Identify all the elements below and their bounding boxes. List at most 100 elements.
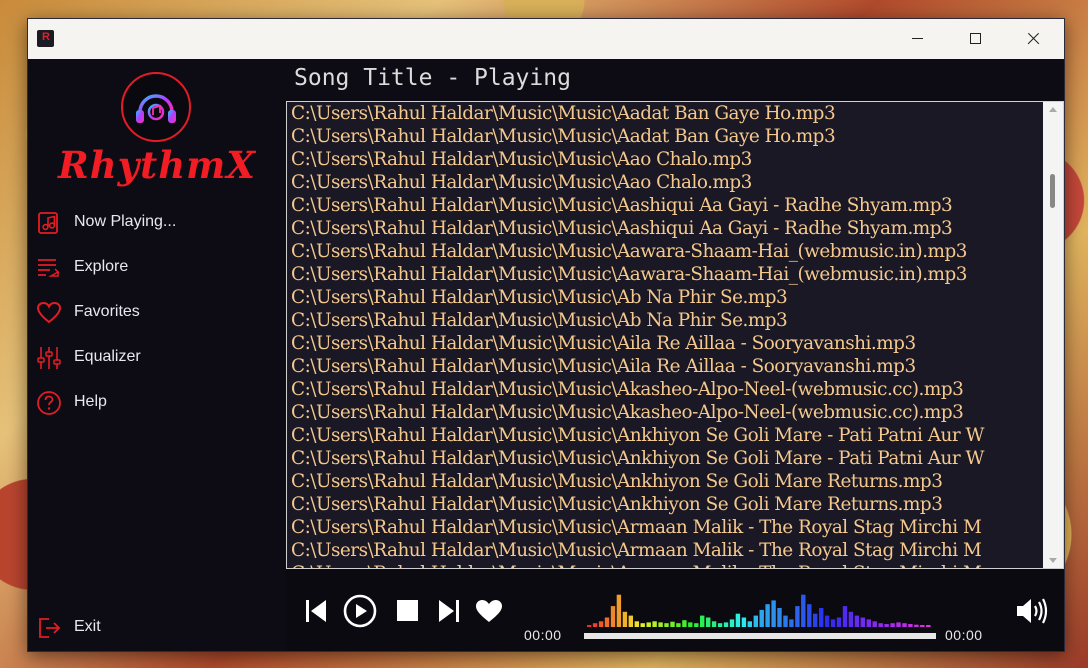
visualizer-bar — [640, 623, 645, 627]
nav-label: Now Playing... — [74, 213, 177, 230]
visualizer-bar — [908, 624, 913, 627]
track-item[interactable]: C:\Users\Rahul Haldar\Music\Music\Aashiq… — [287, 217, 1043, 240]
visualizer-bar — [783, 615, 788, 627]
seek-bar[interactable] — [584, 633, 936, 639]
player-controls: 00:00 00:00 — [286, 569, 1064, 651]
visualizer-bar — [771, 600, 776, 627]
exit-icon — [36, 615, 62, 641]
visualizer-bar — [706, 617, 711, 627]
visualizer-bar — [830, 619, 836, 627]
title-bar — [28, 19, 1064, 59]
track-item[interactable]: C:\Users\Rahul Haldar\Music\Music\Ab Na … — [287, 309, 1043, 332]
song-title: Song Title - Playing — [294, 65, 571, 91]
visualizer-bar — [807, 604, 812, 627]
sliders-icon — [36, 345, 62, 371]
track-item[interactable]: C:\Users\Rahul Haldar\Music\Music\Aawara… — [287, 263, 1043, 286]
visualizer-bar — [789, 619, 794, 627]
scroll-up-arrow-icon[interactable] — [1049, 107, 1057, 112]
track-item[interactable]: C:\Users\Rahul Haldar\Music\Music\Ankhiy… — [287, 493, 1043, 516]
visualizer-bar — [658, 622, 663, 627]
elapsed-time: 00:00 — [524, 627, 562, 643]
play-icon — [343, 594, 377, 628]
nav-explore[interactable]: Explore — [28, 249, 286, 289]
visualizer-bar — [813, 613, 818, 627]
visualizer-bar — [700, 615, 705, 627]
track-item[interactable]: C:\Users\Rahul Haldar\Music\Music\Armaan… — [287, 562, 1043, 568]
visualizer-bar — [854, 615, 860, 627]
visualizer-bar — [688, 622, 693, 627]
visualizer-bar — [622, 611, 628, 627]
track-item[interactable]: C:\Users\Rahul Haldar\Music\Music\Aao Ch… — [287, 148, 1043, 171]
visualizer-bar — [729, 619, 735, 627]
visualizer-bar — [616, 594, 622, 627]
visualizer-bar — [890, 623, 895, 627]
nav-equalizer[interactable]: Equalizer — [28, 339, 286, 379]
track-item[interactable]: C:\Users\Rahul Haldar\Music\Music\Ab Na … — [287, 286, 1043, 309]
visualizer-bar — [878, 623, 883, 627]
heart-icon — [36, 300, 62, 326]
visualizer-bar — [872, 621, 877, 627]
visualizer-bar — [652, 621, 657, 627]
app-icon — [37, 30, 54, 47]
sidebar: RhythmX Now Playing... Explore Favorites… — [28, 59, 286, 651]
visualizer-bar — [598, 621, 604, 627]
track-item[interactable]: C:\Users\Rahul Haldar\Music\Music\Armaan… — [287, 516, 1043, 539]
track-item[interactable]: C:\Users\Rahul Haldar\Music\Music\Aashiq… — [287, 194, 1043, 217]
track-item[interactable]: C:\Users\Rahul Haldar\Music\Music\Ankhiy… — [287, 424, 1043, 447]
playlist[interactable]: C:\Users\Rahul Haldar\Music\Music\Aadat … — [286, 101, 1064, 569]
favorite-button[interactable] — [475, 599, 503, 627]
app-logo-text: RhythmX — [58, 143, 256, 187]
visualizer-bar — [914, 624, 919, 627]
visualizer-bar — [836, 617, 842, 627]
scroll-down-arrow-icon[interactable] — [1049, 558, 1057, 563]
nav-favorites[interactable]: Favorites — [28, 294, 286, 334]
track-item[interactable]: C:\Users\Rahul Haldar\Music\Music\Ankhiy… — [287, 470, 1043, 493]
nav-exit[interactable]: Exit — [28, 609, 286, 649]
track-item[interactable]: C:\Users\Rahul Haldar\Music\Music\Aila R… — [287, 332, 1043, 355]
track-item[interactable]: C:\Users\Rahul Haldar\Music\Music\Aadat … — [287, 125, 1043, 148]
next-button[interactable] — [438, 598, 460, 628]
track-item[interactable]: C:\Users\Rahul Haldar\Music\Music\Ankhiy… — [287, 447, 1043, 470]
nav-label: Equalizer — [74, 348, 141, 365]
visualizer-bar — [759, 609, 764, 627]
track-item[interactable]: C:\Users\Rahul Haldar\Music\Music\Akashe… — [287, 378, 1043, 401]
visualizer-bar — [902, 623, 907, 627]
track-item[interactable]: C:\Users\Rahul Haldar\Music\Music\Aadat … — [287, 102, 1043, 125]
visualizer-bar — [694, 623, 699, 627]
track-item[interactable]: C:\Users\Rahul Haldar\Music\Music\Akashe… — [287, 401, 1043, 424]
maximize-button[interactable] — [946, 19, 1004, 59]
visualizer-bar — [926, 625, 931, 627]
scroll-thumb[interactable] — [1050, 174, 1055, 208]
nav-label: Favorites — [74, 303, 140, 320]
heart-filled-icon — [476, 600, 502, 622]
playlist-scrollbar[interactable] — [1043, 102, 1063, 568]
nav-help[interactable]: Help — [28, 384, 286, 424]
track-list: C:\Users\Rahul Haldar\Music\Music\Aadat … — [287, 102, 1043, 568]
previous-button[interactable] — [305, 598, 327, 628]
music-note-doc-icon — [36, 210, 62, 236]
track-item[interactable]: C:\Users\Rahul Haldar\Music\Music\Armaan… — [287, 539, 1043, 562]
volume-button[interactable] — [1015, 597, 1049, 629]
track-item[interactable]: C:\Users\Rahul Haldar\Music\Music\Aao Ch… — [287, 171, 1043, 194]
nav-now-playing[interactable]: Now Playing... — [28, 204, 286, 244]
visualizer-bar — [860, 617, 865, 627]
visualizer-bar — [896, 622, 901, 627]
visualizer-bar — [866, 619, 871, 627]
stop-icon — [397, 600, 418, 621]
now-playing-header: Song Title - Playing — [286, 59, 1064, 101]
play-button[interactable] — [343, 594, 377, 632]
close-button[interactable] — [1004, 19, 1062, 59]
visualizer-bar — [634, 621, 639, 627]
volume-icon — [1017, 598, 1048, 624]
visualizer-bar — [676, 623, 681, 627]
visualizer-bar — [920, 625, 925, 627]
app-window: RhythmX Now Playing... Explore Favorites… — [27, 18, 1065, 652]
minimize-button[interactable] — [888, 19, 946, 59]
visualizer-bar — [777, 608, 782, 627]
track-item[interactable]: C:\Users\Rahul Haldar\Music\Music\Aila R… — [287, 355, 1043, 378]
skip-previous-icon — [306, 600, 326, 622]
visualizer-bar — [664, 623, 669, 627]
visualizer-bar — [628, 615, 633, 627]
track-item[interactable]: C:\Users\Rahul Haldar\Music\Music\Aawara… — [287, 240, 1043, 263]
stop-button[interactable] — [397, 600, 418, 625]
